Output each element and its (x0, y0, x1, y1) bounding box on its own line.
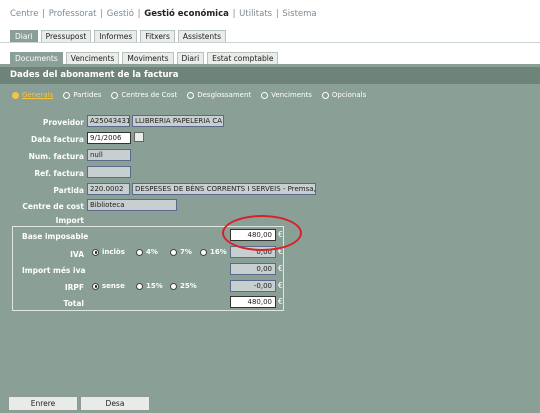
highlight-ring (222, 215, 302, 251)
proveidor-label: Proveidor (42, 118, 84, 127)
iva-label: IVA (70, 250, 84, 259)
subtab-label: Centres de Cost (121, 91, 178, 99)
calendar-icon[interactable] (134, 132, 144, 142)
nav-centre[interactable]: Centre (10, 9, 38, 19)
subtab-venciments[interactable]: Venciments (261, 91, 312, 99)
ref-factura-label: Ref. factura (34, 169, 84, 178)
enrere-button[interactable]: Enrere (8, 396, 78, 411)
num-factura-label: Num. factura (28, 152, 84, 161)
irpf-option-25[interactable]: 25% (170, 282, 197, 290)
data-factura-input[interactable]: 9/1/2006 (87, 132, 131, 144)
tab-diari-secondary[interactable]: Diari (176, 52, 205, 64)
tab-documents[interactable]: Documents (10, 52, 63, 64)
primary-tabs: Diari Pressupost Informes Fitxers Assist… (10, 30, 227, 42)
iva-option-16[interactable]: 16% (200, 248, 227, 256)
tab-diari[interactable]: Diari (10, 30, 38, 42)
data-factura-label: Data factura (31, 135, 84, 144)
nav-gestio-economica[interactable]: Gestió económica (144, 9, 229, 19)
tab-moviments[interactable]: Moviments (122, 52, 174, 64)
radio-icon (200, 248, 207, 256)
currency-label: € (278, 297, 283, 306)
proveidor-code-field[interactable]: A25043431 (87, 115, 130, 127)
subtab-partides[interactable]: Partides (63, 91, 101, 99)
radio-icon (170, 282, 177, 290)
subtab-label: Opcionals (331, 91, 367, 99)
nav-utilitats[interactable]: Utilitats (239, 9, 272, 19)
nav-separator: | (100, 9, 104, 19)
ref-factura-field[interactable] (87, 166, 131, 178)
nav-separator: | (275, 9, 279, 19)
import-mes-iva-label: Import més iva (22, 266, 86, 275)
base-imposable-label: Base imposable (22, 232, 89, 241)
bullet-icon (12, 91, 19, 99)
num-factura-field[interactable]: null (87, 149, 131, 161)
bullet-icon (187, 91, 195, 99)
import-mes-iva-field[interactable]: 0,00 (230, 263, 276, 275)
subtab-label: Venciments (271, 91, 312, 99)
subtab-generals[interactable]: Generals (12, 91, 53, 99)
nav-separator: | (232, 9, 236, 19)
radio-label: inclòs (102, 248, 125, 256)
tab-informes[interactable]: Informes (94, 30, 138, 42)
centre-de-cost-field[interactable]: Biblioteca (87, 199, 177, 211)
radio-icon (170, 248, 177, 256)
radio-label: 15% (146, 282, 163, 290)
desa-button[interactable]: Desa (80, 396, 150, 411)
nav-separator: | (137, 9, 141, 19)
currency-label: € (278, 264, 283, 273)
irpf-label: IRPF (64, 283, 84, 292)
subtab-label: Desglossament (197, 91, 252, 99)
centre-de-cost-label: Centre de cost (22, 202, 84, 211)
currency-label: € (278, 281, 283, 290)
bullet-icon (261, 91, 269, 99)
partida-code-field[interactable]: 220.0002 (87, 183, 130, 195)
import-label: Import (55, 216, 84, 225)
page-title: Dades del abonament de la factura (0, 67, 540, 84)
bullet-icon (63, 91, 71, 99)
radio-icon (92, 248, 99, 256)
proveidor-name-field[interactable]: LLIBRERIA PAPELERIA CA (132, 115, 224, 127)
partida-desc-field[interactable]: DESPESES DE BÉNS CORRENTS I SERVEIS - Pr… (132, 183, 316, 195)
iva-option-7[interactable]: 7% (170, 248, 192, 256)
radio-label: sense (102, 282, 125, 290)
nav-professorat[interactable]: Professorat (49, 9, 97, 19)
tab-venciments[interactable]: Venciments (65, 52, 120, 64)
secondary-tabs: Documents Venciments Moviments Diari Est… (10, 52, 279, 64)
irpf-option-sense[interactable]: sense (92, 282, 125, 290)
irpf-option-15[interactable]: 15% (136, 282, 163, 290)
subtab-opcionals[interactable]: Opcionals (321, 91, 367, 99)
radio-label: 16% (210, 248, 227, 256)
iva-option-4[interactable]: 4% (136, 248, 158, 256)
bullet-icon (111, 91, 119, 99)
nav-separator: | (42, 9, 45, 19)
total-field[interactable]: 480,00 (230, 296, 276, 308)
nav-gestio[interactable]: Gestió (107, 9, 134, 19)
iva-option-inclos[interactable]: inclòs (92, 248, 125, 256)
subtabs: Generals Partides Centres de Cost Desglo… (12, 91, 366, 99)
subtab-desglossament[interactable]: Desglossament (187, 91, 251, 99)
total-label: Total (63, 299, 85, 308)
subtab-label: Partides (73, 91, 102, 99)
tab-fitxers[interactable]: Fitxers (140, 30, 175, 42)
irpf-value-field[interactable]: -0,00 (230, 280, 276, 292)
tab-assistents[interactable]: Assistents (177, 30, 227, 42)
nav-sistema[interactable]: Sistema (282, 9, 316, 19)
tab-estat-comptable[interactable]: Estat comptable (207, 52, 279, 64)
bullet-icon (321, 91, 329, 99)
tab-pressupost[interactable]: Pressupost (40, 30, 92, 42)
radio-label: 4% (146, 248, 158, 256)
subtab-label: Generals (22, 91, 54, 99)
radio-icon (92, 282, 99, 290)
top-navigation: Centre | Professorat | Gestió | Gestió e… (10, 9, 317, 19)
partida-label: Partida (53, 186, 84, 195)
radio-icon (136, 282, 143, 290)
divider (0, 42, 540, 43)
app-window: Centre | Professorat | Gestió | Gestió e… (0, 0, 540, 413)
radio-label: 7% (180, 248, 192, 256)
radio-icon (136, 248, 143, 256)
radio-label: 25% (180, 282, 197, 290)
subtab-centres-de-cost[interactable]: Centres de Cost (111, 91, 177, 99)
